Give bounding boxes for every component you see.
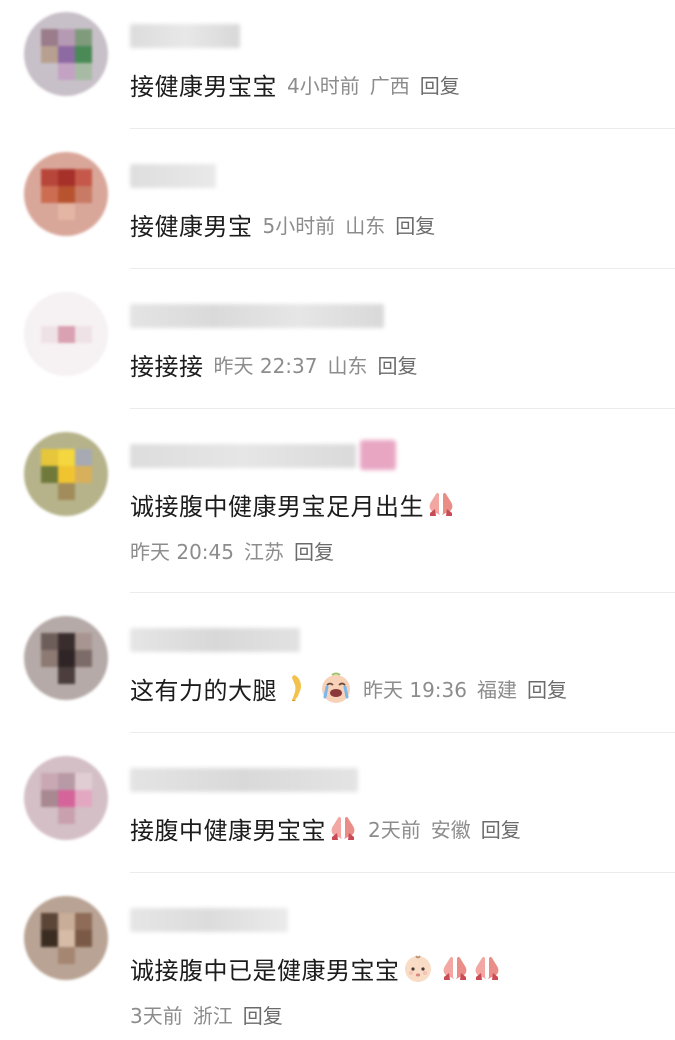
location: 福建 [477,677,517,702]
praying-hands-icon [328,813,358,843]
username-blurred[interactable] [130,768,358,792]
avatar[interactable] [24,432,108,516]
timestamp: 昨天 20:45 [130,539,234,564]
location: 浙江 [192,1003,233,1028]
avatar[interactable] [24,756,108,840]
comment-text: 接健康男宝宝 [130,72,277,101]
reply-button[interactable]: 回复 [527,674,567,703]
comment-line: 接腹中健康男宝宝 2天前 安徽 回复 [130,808,521,848]
praying-hands-icon [440,953,470,983]
divider [130,408,675,409]
username-blurred[interactable] [130,628,300,652]
location: 山东 [345,213,386,238]
comment-text: 接接接 [130,352,204,381]
avatar[interactable] [24,896,108,980]
divider [130,268,675,269]
timestamp: 昨天 22:37 [213,353,318,378]
timestamp: 2天前 [368,817,421,842]
avatar[interactable] [24,12,108,96]
reply-button[interactable]: 回复 [294,536,334,565]
reply-button[interactable]: 回复 [481,814,521,843]
reply-button[interactable]: 回复 [420,70,460,99]
comment-line: 诚接腹中健康男宝足月出生 [130,484,456,524]
location: 广西 [369,73,410,98]
leg-icon [283,673,313,703]
comment-line: 接接接 昨天 22:37 山东 回复 [130,344,418,384]
baby-face-icon [402,952,434,984]
divider [130,592,675,593]
praying-hands-icon [426,489,456,519]
avatar[interactable] [24,292,108,376]
reply-button[interactable]: 回复 [243,1000,283,1029]
comment-text: 诚接腹中已是健康男宝宝 [130,956,400,985]
divider [130,732,675,733]
comment-text: 接腹中健康男宝宝 [130,816,326,845]
username-blurred[interactable] [130,24,240,48]
location: 江苏 [244,539,284,564]
timestamp: 4小时前 [287,73,360,98]
comment-line: 接健康男宝 5小时前 山东 回复 [130,204,435,244]
comment-line: 诚接腹中已是健康男宝宝 [130,948,502,988]
location: 山东 [327,353,368,378]
location: 安徽 [430,817,471,842]
timestamp: 5小时前 [262,213,336,238]
username-blurred[interactable] [130,164,216,188]
username-blurred[interactable] [130,908,288,932]
crying-face-icon [319,671,353,705]
timestamp: 3天前 [130,1003,183,1028]
comment-line: 接健康男宝宝 4小时前 广西 回复 [130,64,460,104]
comment-text: 接健康男宝 [130,212,253,241]
timestamp: 昨天 19:36 [363,677,467,702]
comment-line: 这有力的大腿 昨天 19:36 福建 回复 [130,668,567,708]
comment-meta-line: 昨天 20:45 江苏 回复 [130,530,334,570]
username-badge-blurred [360,440,396,470]
username-blurred[interactable] [130,444,356,468]
divider [130,872,675,873]
avatar[interactable] [24,152,108,236]
comment-text: 这有力的大腿 [130,676,277,705]
username-blurred[interactable] [130,304,384,328]
reply-button[interactable]: 回复 [395,210,435,239]
avatar[interactable] [24,616,108,700]
praying-hands-icon [472,953,502,983]
divider [130,128,675,129]
comment-text: 诚接腹中健康男宝足月出生 [130,492,424,521]
comment-meta-line: 3天前 浙江 回复 [130,994,283,1034]
reply-button[interactable]: 回复 [378,350,418,379]
